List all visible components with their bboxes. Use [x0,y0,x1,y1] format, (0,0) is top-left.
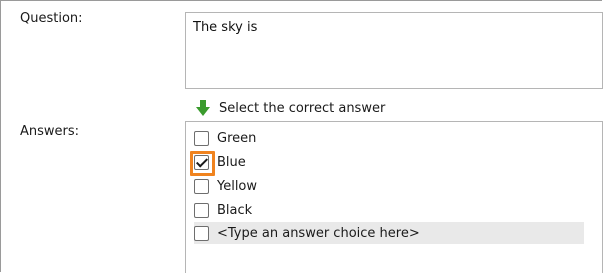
answer-row-black[interactable]: Black [194,199,252,221]
answer-checkbox[interactable] [194,225,209,241]
new-answer-row[interactable]: <Type an answer choice here> [194,222,584,244]
answer-checkbox[interactable] [194,202,209,218]
answers-label: Answers: [20,124,80,139]
question-label: Question: [20,11,83,26]
answer-text[interactable]: Black [217,203,252,218]
answer-text[interactable]: Blue [217,155,246,170]
question-input[interactable]: The sky is [185,12,603,89]
new-answer-placeholder[interactable]: <Type an answer choice here> [217,226,420,241]
answer-hint-text: Select the correct answer [219,100,386,116]
answer-checkbox[interactable] [194,178,209,194]
green-arrow-down-icon [196,100,210,116]
answer-hint: Select the correct answer [196,97,385,119]
answer-row-yellow[interactable]: Yellow [194,175,257,197]
answer-checkbox-checked[interactable] [190,150,215,176]
answer-row-green[interactable]: Green [194,127,256,149]
answer-checkbox[interactable] [194,130,209,146]
answer-text[interactable]: Green [217,131,256,146]
answers-list: Green Blue Yellow Black <Type an answer … [185,121,603,273]
question-editor-panel: Question: Answers: The sky is Select the… [0,0,603,273]
answer-text[interactable]: Yellow [217,179,257,194]
label-column: Question: Answers: [12,11,172,273]
answer-row-blue[interactable]: Blue [190,150,246,176]
correct-answer-highlight [190,150,215,176]
